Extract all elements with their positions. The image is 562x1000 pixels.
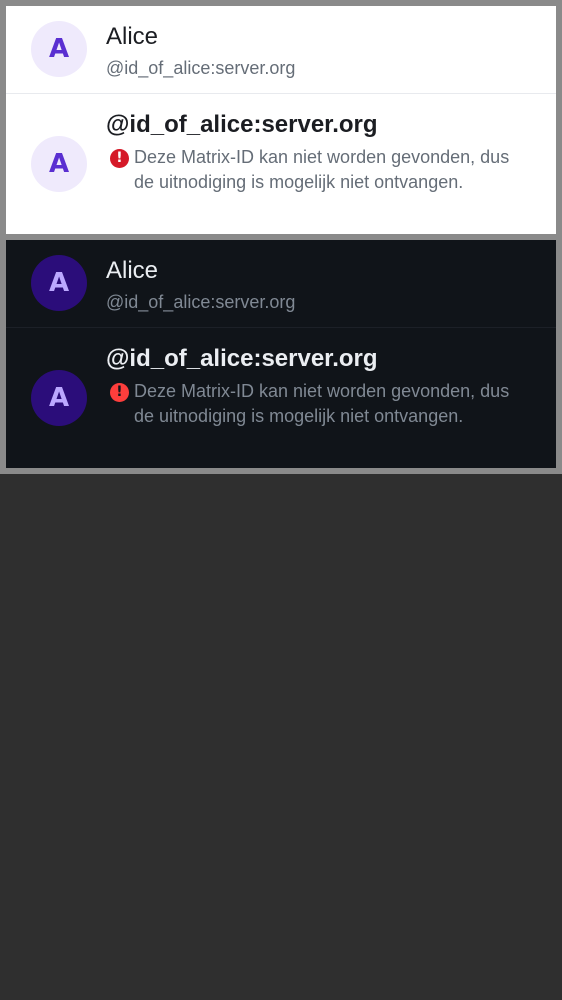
- avatar: A: [31, 136, 87, 192]
- user-id-title: @id_of_alice:server.org: [106, 111, 378, 138]
- light-theme-panel: A Alice @id_of_alice:server.org A @id_of…: [6, 6, 556, 234]
- member-row[interactable]: A Alice @id_of_alice:server.org: [6, 240, 556, 328]
- user-id-title: @id_of_alice:server.org: [106, 345, 378, 372]
- dark-theme-panel: A Alice @id_of_alice:server.org A @id_of…: [6, 240, 556, 468]
- unresolved-member-row[interactable]: A @id_of_alice:server.org ! Deze Matrix-…: [6, 94, 556, 234]
- warning-text: Deze Matrix-ID kan niet worden gevonden,…: [134, 147, 510, 192]
- preview-frame: A Alice @id_of_alice:server.org A @id_of…: [0, 0, 562, 474]
- display-name: Alice: [106, 23, 159, 50]
- user-id: @id_of_alice:server.org: [106, 58, 296, 78]
- avatar: A: [31, 21, 87, 77]
- warning-text: Deze Matrix-ID kan niet worden gevonden,…: [134, 381, 510, 426]
- avatar: A: [31, 255, 87, 311]
- display-name: Alice: [106, 257, 159, 284]
- avatar: A: [31, 370, 87, 426]
- error-icon: !: [110, 149, 129, 168]
- unresolved-member-row[interactable]: A @id_of_alice:server.org ! Deze Matrix-…: [6, 328, 556, 467]
- error-icon: !: [110, 383, 129, 402]
- user-id: @id_of_alice:server.org: [106, 292, 296, 312]
- member-row[interactable]: A Alice @id_of_alice:server.org: [6, 6, 556, 94]
